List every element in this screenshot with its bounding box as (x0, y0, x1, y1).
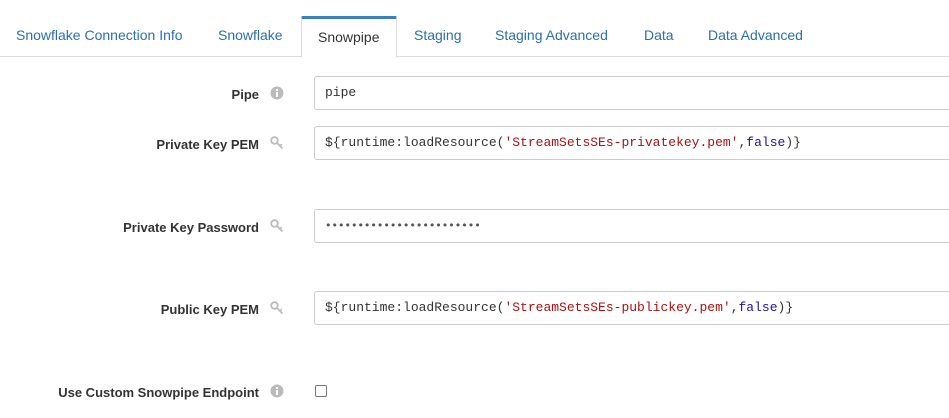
tab-snowflake[interactable]: Snowflake (202, 16, 299, 57)
expr-prefix: ${runtime:loadResource( (325, 135, 505, 150)
tab-staging[interactable]: Staging (398, 16, 477, 57)
custom-endpoint-row: Use Custom Snowpipe Endpoint (0, 376, 949, 406)
expr-prefix: ${runtime:loadResource( (325, 300, 505, 315)
expr-suffix: )} (777, 300, 794, 315)
custom-endpoint-label: Use Custom Snowpipe Endpoint (58, 385, 259, 400)
pipe-row: Pipe pipe (0, 76, 949, 112)
private-key-password-input[interactable]: •••••••••••••••••••••••• (314, 209, 949, 243)
key-icon[interactable] (270, 301, 284, 315)
private-key-password-row: Private Key Password •••••••••••••••••••… (0, 209, 949, 245)
tab-staging-advanced[interactable]: Staging Advanced (479, 16, 624, 57)
info-icon[interactable] (270, 384, 284, 398)
tab-bar: Snowflake Connection Info Snowflake Snow… (0, 0, 949, 58)
tab-snowpipe[interactable]: Snowpipe (301, 16, 397, 58)
private-key-password-label: Private Key Password (123, 220, 259, 235)
info-icon[interactable] (270, 86, 284, 100)
tab-data[interactable]: Data (628, 16, 690, 57)
pipe-label: Pipe (231, 87, 259, 102)
private-key-pem-label: Private Key PEM (156, 137, 259, 152)
expr-keyword: false (738, 300, 778, 315)
tab-snowflake-connection-info[interactable]: Snowflake Connection Info (0, 16, 199, 57)
expr-string: 'StreamSetsSEs-privatekey.pem' (504, 135, 739, 150)
public-key-pem-row: Public Key PEM ${runtime:loadResource('S… (0, 291, 949, 327)
tab-data-advanced[interactable]: Data Advanced (692, 16, 819, 57)
custom-endpoint-checkbox[interactable] (315, 385, 327, 397)
private-key-pem-row: Private Key PEM ${runtime:loadResource('… (0, 126, 949, 162)
key-icon[interactable] (270, 136, 284, 150)
expr-keyword: false (746, 135, 786, 150)
key-icon[interactable] (270, 219, 284, 233)
public-key-pem-label: Public Key PEM (160, 302, 259, 317)
private-key-pem-input[interactable]: ${runtime:loadResource('StreamSetsSEs-pr… (314, 126, 949, 160)
expr-suffix: )} (785, 135, 801, 150)
pipe-input[interactable]: pipe (314, 76, 949, 110)
expr-string: 'StreamSetsSEs-publickey.pem' (504, 300, 731, 315)
public-key-pem-input[interactable]: ${runtime:loadResource('StreamSetsSEs-pu… (314, 291, 949, 325)
expr-separator: , (730, 300, 739, 315)
